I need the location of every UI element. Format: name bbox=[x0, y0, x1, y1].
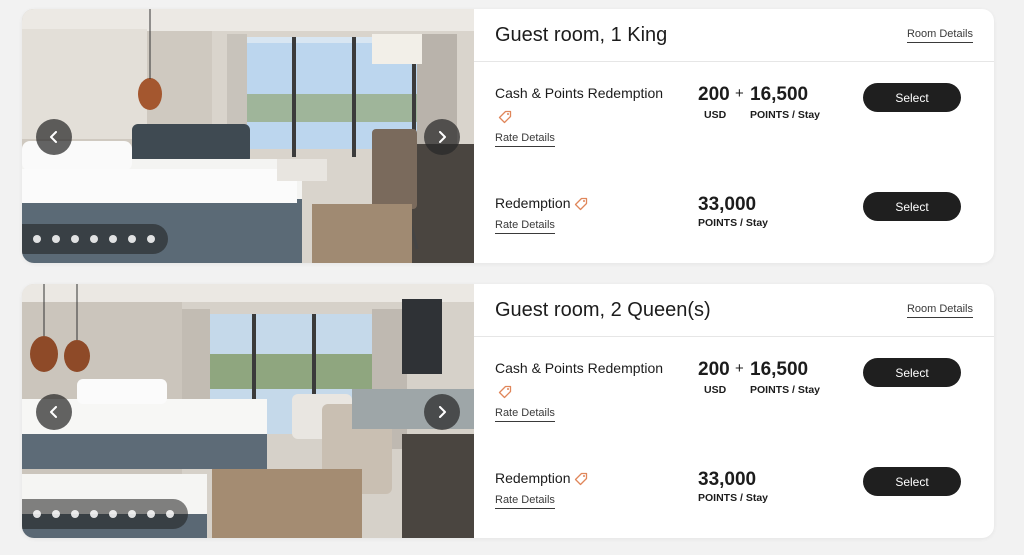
rate-details-link[interactable]: Rate Details bbox=[495, 407, 555, 422]
chevron-right-icon bbox=[439, 131, 446, 143]
rate-name: Cash & Points Redemption bbox=[495, 85, 664, 101]
rate-name: Redemption bbox=[495, 470, 588, 486]
tag-icon bbox=[498, 383, 512, 401]
carousel-prev-button[interactable] bbox=[36, 119, 72, 155]
points-unit: POINTS / Stay bbox=[698, 217, 769, 229]
carousel-dots bbox=[22, 224, 168, 254]
carousel-dot[interactable] bbox=[33, 510, 41, 518]
room-card-2: Guest room, 2 Queen(s) Room Details Cash… bbox=[22, 284, 994, 538]
carousel-next-button[interactable] bbox=[424, 119, 460, 155]
points-amount: 33,000 bbox=[698, 194, 757, 215]
room-info: Guest room, 1 King Room Details Cash & P… bbox=[474, 9, 994, 263]
room-info: Guest room, 2 Queen(s) Room Details Cash… bbox=[474, 284, 994, 538]
divider bbox=[474, 336, 994, 337]
carousel-next-button[interactable] bbox=[424, 394, 460, 430]
points-amount: 16,500 bbox=[750, 84, 809, 105]
points-unit: POINTS / Stay bbox=[750, 384, 821, 396]
chevron-left-icon bbox=[50, 131, 57, 143]
select-button[interactable]: Select bbox=[863, 358, 961, 387]
points-unit: POINTS / Stay bbox=[750, 109, 821, 121]
room-title: Guest room, 1 King bbox=[495, 24, 668, 46]
carousel-dot[interactable] bbox=[166, 510, 174, 518]
select-button[interactable]: Select bbox=[863, 192, 961, 221]
room-card-1: Guest room, 1 King Room Details Cash & P… bbox=[22, 9, 994, 263]
rate-name: Cash & Points Redemption bbox=[495, 360, 664, 376]
points-amount: 33,000 bbox=[698, 469, 757, 490]
room-photo-carousel bbox=[22, 284, 474, 538]
rate-details-link[interactable]: Rate Details bbox=[495, 219, 555, 234]
carousel-dot[interactable] bbox=[109, 510, 117, 518]
plus-sign: + bbox=[735, 85, 744, 102]
carousel-dot[interactable] bbox=[90, 235, 98, 243]
carousel-prev-button[interactable] bbox=[36, 394, 72, 430]
tag-icon bbox=[575, 198, 588, 211]
rate-name: Redemption bbox=[495, 195, 588, 211]
carousel-dots bbox=[22, 499, 188, 529]
points-amount: 16,500 bbox=[750, 359, 809, 380]
divider bbox=[474, 61, 994, 62]
select-button[interactable]: Select bbox=[863, 83, 961, 112]
rate-details-link[interactable]: Rate Details bbox=[495, 494, 555, 509]
carousel-dot[interactable] bbox=[147, 510, 155, 518]
carousel-dot[interactable] bbox=[33, 235, 41, 243]
tag-icon bbox=[498, 108, 512, 126]
cash-unit: USD bbox=[704, 109, 727, 121]
carousel-dot[interactable] bbox=[128, 235, 136, 243]
room-details-link[interactable]: Room Details bbox=[906, 28, 973, 43]
cash-unit: USD bbox=[704, 384, 727, 396]
rate-name-text: Redemption bbox=[495, 195, 571, 211]
room-title: Guest room, 2 Queen(s) bbox=[495, 299, 711, 321]
rate-name-text: Redemption bbox=[495, 470, 571, 486]
tag-icon bbox=[575, 473, 588, 486]
carousel-dot[interactable] bbox=[109, 235, 117, 243]
cash-amount: 200 bbox=[698, 84, 730, 105]
room-photo-carousel bbox=[22, 9, 474, 263]
carousel-dot[interactable] bbox=[71, 235, 79, 243]
cash-amount: 200 bbox=[698, 359, 730, 380]
carousel-dot[interactable] bbox=[90, 510, 98, 518]
select-button[interactable]: Select bbox=[863, 467, 961, 496]
carousel-dot[interactable] bbox=[128, 510, 136, 518]
plus-sign: + bbox=[735, 360, 744, 377]
carousel-dot[interactable] bbox=[52, 235, 60, 243]
room-details-link[interactable]: Room Details bbox=[906, 303, 973, 318]
chevron-left-icon bbox=[50, 406, 57, 418]
carousel-dot[interactable] bbox=[52, 510, 60, 518]
carousel-dot[interactable] bbox=[147, 235, 155, 243]
points-unit: POINTS / Stay bbox=[698, 492, 769, 504]
chevron-right-icon bbox=[439, 406, 446, 418]
carousel-dot[interactable] bbox=[71, 510, 79, 518]
rate-details-link[interactable]: Rate Details bbox=[495, 132, 555, 147]
